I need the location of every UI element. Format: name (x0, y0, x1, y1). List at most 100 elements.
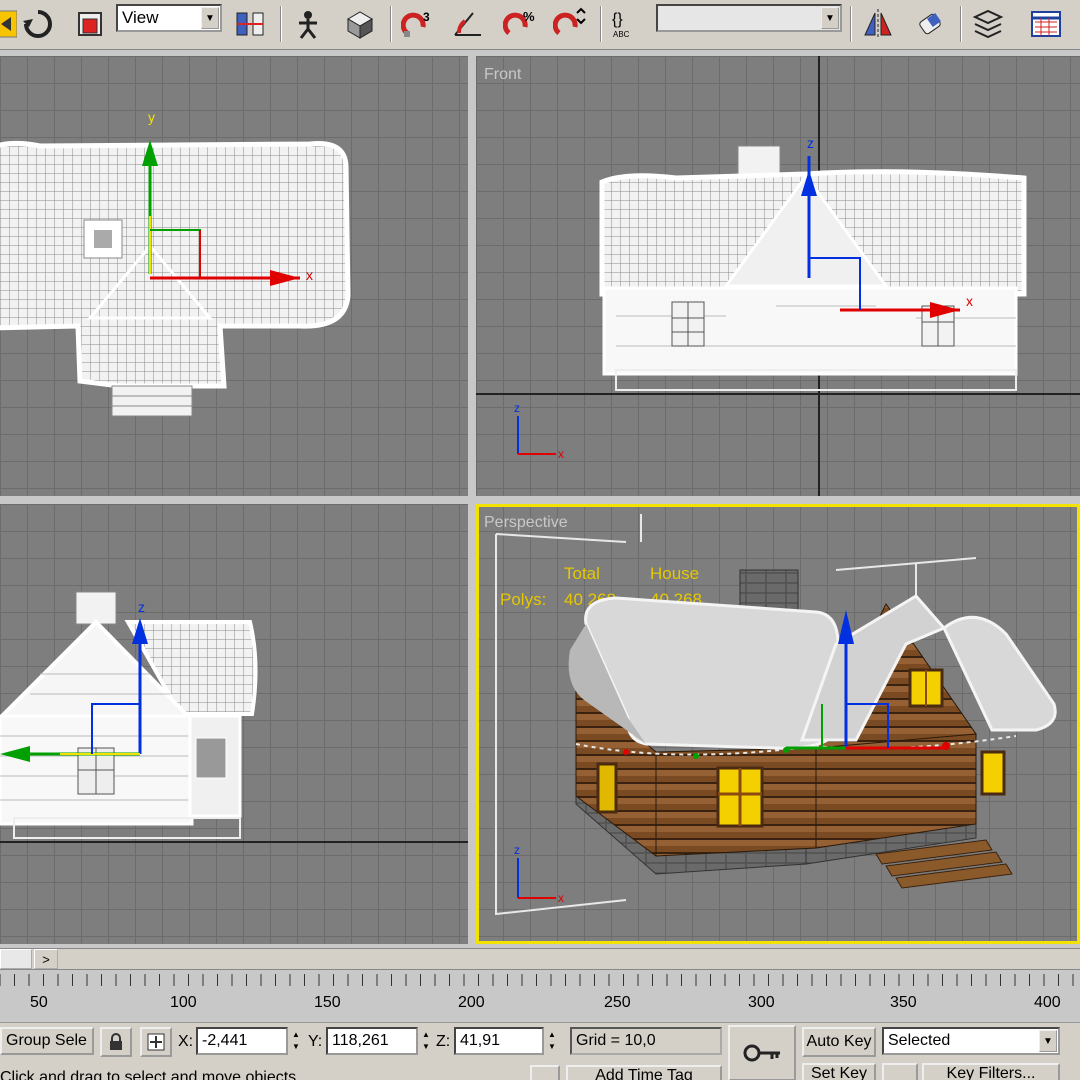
reference-coord-combo[interactable]: View ▼ (116, 4, 222, 32)
z-coord-value: 41,91 (460, 1032, 501, 1049)
y-coord-label: Y: (308, 1033, 323, 1050)
curve-editor-icon[interactable] (1026, 4, 1066, 44)
perspective-house-render: z x (495, 514, 1057, 916)
time-slider-next-button[interactable]: > (34, 949, 58, 969)
z-coord-spinner[interactable]: ▲ ▼ (546, 1029, 558, 1055)
status-prompt: Click and drag to select and move object… (0, 1069, 297, 1080)
time-slider-thumb[interactable] (0, 949, 32, 969)
curve-icon[interactable] (882, 1063, 918, 1080)
tripod-z-label: z (514, 401, 520, 415)
timeline: > 50 100 150 200 250 300 350 400 (0, 946, 1080, 1024)
x-coord-value: -2,441 (202, 1032, 248, 1049)
absolute-mode-toggle[interactable] (140, 1027, 172, 1057)
reference-coord-value: View (122, 8, 159, 27)
grid-display: Grid = 10,0 (570, 1027, 722, 1055)
tick-label: 350 (890, 994, 917, 1011)
tick-label: 400 (1034, 994, 1061, 1011)
svg-text:{}: {} (612, 11, 623, 28)
key-filters-label: Key Filters... (946, 1065, 1036, 1080)
tick-label: 200 (458, 994, 485, 1011)
named-selection-combo[interactable]: ▼ (656, 4, 842, 32)
tick-label: 300 (748, 994, 775, 1011)
chevron-down-icon[interactable]: ▼ (201, 7, 219, 29)
gizmo-x-label: x (966, 293, 973, 309)
viewport-left[interactable]: z (0, 504, 468, 944)
track-bar-ticks (0, 974, 1074, 986)
set-key-label: Set Key (810, 1065, 868, 1080)
set-key-button[interactable]: Set Key (802, 1063, 876, 1080)
tick-label: 250 (604, 994, 631, 1011)
percent-snap-icon[interactable]: % (500, 4, 540, 44)
toolbar-separator (960, 6, 962, 42)
viewport-top[interactable]: y x (0, 56, 468, 496)
tick-label: 100 (170, 994, 197, 1011)
z-coord-label: Z: (436, 1033, 451, 1050)
spinner-snap-icon[interactable] (550, 4, 590, 44)
tick-label: 150 (314, 994, 341, 1011)
main-toolbar: View ▼ 3 % {} ABC ▼ (0, 0, 1080, 50)
chevron-down-icon[interactable]: ▼ (821, 7, 839, 29)
toolbar-separator (390, 6, 392, 42)
tick-label: 50 (30, 994, 48, 1011)
time-slider[interactable]: > (0, 948, 1080, 970)
percent-label: % (523, 9, 535, 24)
edit-named-selections-icon[interactable]: {} ABC (606, 4, 646, 44)
gizmo-z-label: z (807, 135, 814, 151)
auto-key-button[interactable]: Auto Key (802, 1027, 876, 1057)
scale-icon[interactable] (70, 4, 110, 44)
tripod-z-label: z (514, 843, 520, 857)
y-coord-input[interactable]: 118,261 (326, 1027, 418, 1055)
x-coord-spinner[interactable]: ▲ ▼ (290, 1029, 302, 1055)
gizmo-z-label: z (138, 599, 145, 615)
align-icon[interactable] (910, 4, 950, 44)
time-tag-icon[interactable] (530, 1065, 560, 1080)
z-coord-input[interactable]: 41,91 (454, 1027, 544, 1055)
pivot-center-icon[interactable] (230, 4, 270, 44)
layer-manager-icon[interactable] (968, 4, 1008, 44)
y-coord-spinner[interactable]: ▲ ▼ (420, 1029, 432, 1055)
status-bar: Group Sele X: -2,441 ▲ ▼ Y: 118,261 ▲ ▼ Z:… (0, 1022, 1080, 1080)
gizmo-x-label: x (306, 267, 313, 283)
max-app-window: View ▼ 3 % {} ABC ▼ y x Front z x z x z … (0, 0, 1080, 1080)
select-manipulate-icon[interactable] (288, 4, 328, 44)
selection-mode-text: Group Sele (6, 1032, 87, 1049)
selection-lock-toggle[interactable] (100, 1027, 132, 1057)
snaps-3-icon[interactable]: 3 (398, 4, 438, 44)
lock-icon (110, 1033, 122, 1050)
transform-mode-icon (147, 1033, 165, 1051)
front-view-wireframe: z x z x (476, 56, 1080, 496)
abc-label: ABC (613, 30, 630, 39)
selection-mode-field[interactable]: Group Sele (0, 1027, 94, 1055)
mirror-icon[interactable] (858, 4, 898, 44)
gizmo-y-label: y (148, 109, 155, 125)
key-icon (743, 1044, 780, 1062)
set-key-mode-button[interactable] (728, 1025, 796, 1080)
viewport-area: y x Front z x z x z Perspective Total Ho… (0, 50, 1080, 946)
add-time-tag-label: Add Time Tag (595, 1067, 693, 1080)
toolbar-separator (600, 6, 602, 42)
key-mode-value: Selected (888, 1032, 951, 1049)
toolbar-separator (850, 6, 852, 42)
toolbar-separator (280, 6, 282, 42)
left-view-wireframe: z (0, 591, 468, 843)
top-view-wireframe: y x (0, 109, 351, 417)
keyboard-shortcut-icon[interactable] (340, 4, 380, 44)
select-move-icon[interactable] (0, 4, 20, 44)
x-coord-label: X: (178, 1033, 194, 1050)
rotate-icon[interactable] (18, 4, 58, 44)
grid-value: Grid = 10,0 (576, 1032, 656, 1049)
chevron-down-icon[interactable]: ▼ (1039, 1030, 1057, 1052)
key-mode-select[interactable]: Selected ▼ (882, 1027, 1060, 1055)
key-filters-button[interactable]: Key Filters... (922, 1063, 1060, 1080)
y-coord-value: 118,261 (332, 1032, 389, 1049)
viewport-front[interactable]: Front z x z x (476, 56, 1080, 496)
add-time-tag-button[interactable]: Add Time Tag (566, 1065, 722, 1080)
angle-snap-icon[interactable] (448, 4, 488, 44)
x-coord-input[interactable]: -2,441 (196, 1027, 288, 1055)
tripod-x-label: x (558, 891, 564, 905)
viewport-perspective[interactable]: Perspective Total House Polys: 40 268 40… (476, 504, 1080, 944)
auto-key-label: Auto Key (806, 1033, 872, 1050)
track-bar[interactable]: 50 100 150 200 250 300 350 400 (0, 972, 1080, 1020)
next-frame-label: > (42, 951, 50, 967)
tripod-x-label: x (558, 447, 564, 461)
